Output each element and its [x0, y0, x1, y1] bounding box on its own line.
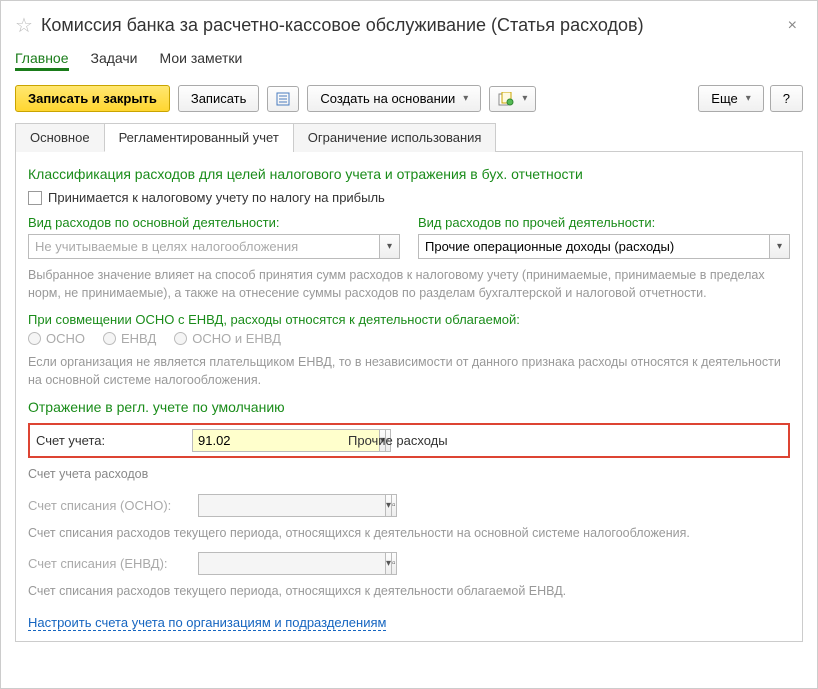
- writeoff-osno-input: [198, 494, 386, 517]
- account-label: Счет учета:: [36, 433, 186, 448]
- writeoff-envd-input: [198, 552, 386, 575]
- radio-envd-label: ЕНВД: [121, 331, 156, 346]
- account-description: Прочие расходы: [348, 433, 448, 448]
- list-icon: [276, 92, 290, 106]
- section-classification-title: Классификация расходов для целей налогов…: [28, 166, 790, 182]
- tax-accepted-label: Принимается к налоговому учету по налогу…: [48, 190, 385, 205]
- help-text-3: Счет списания расходов текущего периода,…: [28, 525, 790, 543]
- nav-tab-notes[interactable]: Мои заметки: [160, 48, 243, 71]
- favorite-star-icon[interactable]: ☆: [15, 13, 33, 38]
- subtab-main[interactable]: Основное: [15, 123, 105, 152]
- toolbar: Записать и закрыть Записать Создать на о…: [15, 75, 803, 122]
- subtab-regulated[interactable]: Регламентированный учет: [104, 123, 294, 152]
- radio-osno[interactable]: [28, 332, 41, 345]
- writeoff-osno-label: Счет списания (ОСНО):: [28, 498, 198, 513]
- radio-both[interactable]: [174, 332, 187, 345]
- help-text-4: Счет списания расходов текущего периода,…: [28, 583, 790, 601]
- nav-tab-tasks[interactable]: Задачи: [91, 48, 138, 71]
- nav-tabs: Главное Задачи Мои заметки: [15, 48, 803, 75]
- expense-account-label: Счет учета расходов: [28, 466, 790, 484]
- writeoff-envd-open: ▫: [392, 552, 397, 575]
- document-icon: [498, 92, 514, 106]
- highlighted-account-row: Счет учета: ▾ ▫ Прочие расходы: [28, 423, 790, 458]
- save-button[interactable]: Записать: [178, 85, 260, 112]
- writeoff-osno-open: ▫: [392, 494, 397, 517]
- radio-envd[interactable]: [103, 332, 116, 345]
- other-activity-dropdown[interactable]: ▾: [770, 234, 790, 259]
- main-activity-label: Вид расходов по основной деятельности:: [28, 215, 400, 230]
- other-activity-input[interactable]: [418, 234, 770, 259]
- main-activity-dropdown[interactable]: ▾: [380, 234, 400, 259]
- writeoff-envd-label: Счет списания (ЕНВД):: [28, 556, 198, 571]
- other-activity-label: Вид расходов по прочей деятельности:: [418, 215, 790, 230]
- close-icon[interactable]: ×: [782, 15, 803, 37]
- tax-accepted-checkbox[interactable]: [28, 191, 42, 205]
- create-based-button[interactable]: Создать на основании: [307, 85, 481, 112]
- list-button[interactable]: [267, 86, 299, 112]
- main-activity-input[interactable]: [28, 234, 380, 259]
- combine-label: При совмещении ОСНО с ЕНВД, расходы отно…: [28, 312, 790, 327]
- help-text-1: Выбранное значение влияет на способ прин…: [28, 267, 790, 302]
- more-button[interactable]: Еще: [698, 85, 763, 112]
- radio-both-label: ОСНО и ЕНВД: [192, 331, 281, 346]
- configure-accounts-link[interactable]: Настроить счета учета по организациям и …: [28, 615, 386, 631]
- nav-tab-main[interactable]: Главное: [15, 48, 69, 71]
- radio-osno-label: ОСНО: [46, 331, 85, 346]
- subtab-restriction[interactable]: Ограничение использования: [293, 123, 497, 152]
- section-reflection-title: Отражение в регл. учете по умолчанию: [28, 399, 790, 415]
- attach-button[interactable]: [489, 86, 536, 112]
- help-text-2: Если организация не является плательщико…: [28, 354, 790, 389]
- help-button[interactable]: ?: [770, 85, 803, 112]
- window-title: Комиссия банка за расчетно-кассовое обсл…: [41, 15, 774, 36]
- save-close-button[interactable]: Записать и закрыть: [15, 85, 170, 112]
- subtabs: Основное Регламентированный учет Огранич…: [15, 122, 803, 152]
